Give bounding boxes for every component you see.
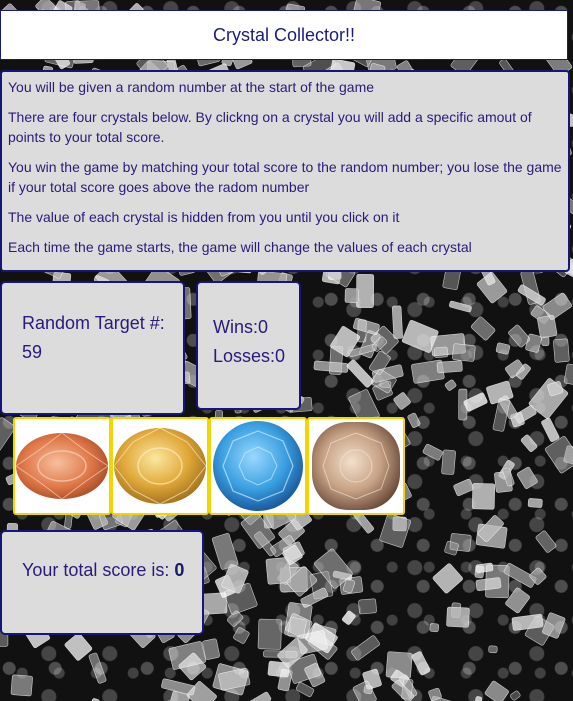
crystal-shard — [344, 288, 359, 304]
blue-round-gem-icon — [213, 421, 303, 511]
crystal-shard — [470, 316, 496, 341]
orange-oval-gem-icon — [15, 432, 109, 500]
crystal-shard — [341, 610, 356, 625]
crystal-button-3[interactable] — [209, 417, 307, 515]
instruction-line: You win the game by matching your total … — [8, 159, 562, 195]
crystal-button-4[interactable] — [307, 417, 405, 515]
crystal-shard — [429, 623, 440, 633]
crystal-shard — [484, 680, 509, 701]
instruction-line: There are four crystals below. By clickn… — [8, 109, 532, 145]
crystal-shard — [441, 449, 456, 475]
score-label: Your total score is: — [22, 560, 175, 580]
crystal-shard — [393, 392, 411, 410]
crystal-shard — [510, 690, 521, 701]
crystal-shard — [563, 363, 573, 388]
crystal-shard — [358, 598, 377, 615]
crystal-shard — [448, 300, 472, 313]
losses-row: Losses:0 — [213, 342, 299, 371]
instruction-line: Each time the game starts, the game will… — [8, 239, 472, 255]
target-value: 59 — [22, 342, 43, 362]
crystal-shard — [211, 533, 239, 570]
instruction-line: You will be given a random number at the… — [8, 79, 375, 95]
crystal-button-2[interactable] — [111, 417, 209, 515]
wins-label: Wins: — [213, 317, 258, 337]
wins-losses-panel: Wins:0 Losses:0 — [196, 281, 301, 410]
crystal-row — [13, 417, 405, 515]
crystal-button-1[interactable] — [13, 417, 111, 515]
crystal-shard — [391, 305, 403, 339]
crystal-shard — [411, 651, 431, 676]
crystal-shard — [520, 434, 538, 452]
page-title: Crystal Collector!! — [212, 24, 356, 45]
crystal-shard — [446, 606, 470, 628]
crystal-shard — [436, 360, 463, 374]
wins-count: 0 — [258, 317, 269, 337]
instructions-panel: You will be given a random number at the… — [0, 70, 570, 272]
yellow-oval-gem-icon — [113, 427, 207, 505]
crystal-shard — [527, 498, 543, 508]
crystal-shard — [186, 681, 217, 701]
crystal-shard — [495, 342, 511, 355]
crystal-shard — [541, 417, 560, 442]
crystal-shard — [473, 696, 483, 701]
crystal-shard — [407, 412, 421, 428]
crystal-shard — [544, 436, 573, 474]
crystal-shard — [10, 674, 33, 697]
instruction-line: The value of each crystal is hidden from… — [8, 209, 400, 225]
crystal-shard — [422, 443, 443, 461]
target-panel: Random Target #: 59 — [0, 281, 185, 415]
crystal-shard — [432, 563, 463, 594]
crystal-shard — [248, 691, 272, 701]
crystal-shard — [227, 610, 244, 627]
crystal-shard — [444, 379, 457, 391]
losses-count: 0 — [275, 346, 286, 366]
score-panel: Your total score is: 0 — [0, 530, 204, 635]
crystal-shard — [64, 632, 93, 661]
crystal-shard — [453, 478, 474, 497]
losses-label: Losses: — [213, 346, 276, 366]
crystal-shard — [553, 338, 570, 363]
crystal-shard — [356, 273, 375, 308]
score-value: 0 — [174, 560, 185, 580]
crystal-shard — [351, 635, 380, 661]
champagne-cushion-gem-icon — [312, 422, 400, 510]
crystal-shard — [313, 360, 349, 373]
page-title-bar: Crystal Collector!! — [0, 10, 568, 60]
crystal-shard — [488, 645, 498, 654]
crystal-shard — [535, 530, 557, 553]
crystal-shard — [452, 343, 476, 362]
crystal-shard — [88, 652, 107, 684]
crystal-shard — [357, 319, 367, 343]
target-label: Random Target #: — [22, 313, 165, 333]
crystal-shard — [471, 483, 496, 510]
crystal-shard — [257, 618, 282, 650]
crystal-shard — [233, 627, 250, 644]
crystal-shard — [346, 359, 374, 388]
crystal-shard — [516, 466, 538, 489]
wins-row: Wins:0 — [213, 313, 299, 342]
